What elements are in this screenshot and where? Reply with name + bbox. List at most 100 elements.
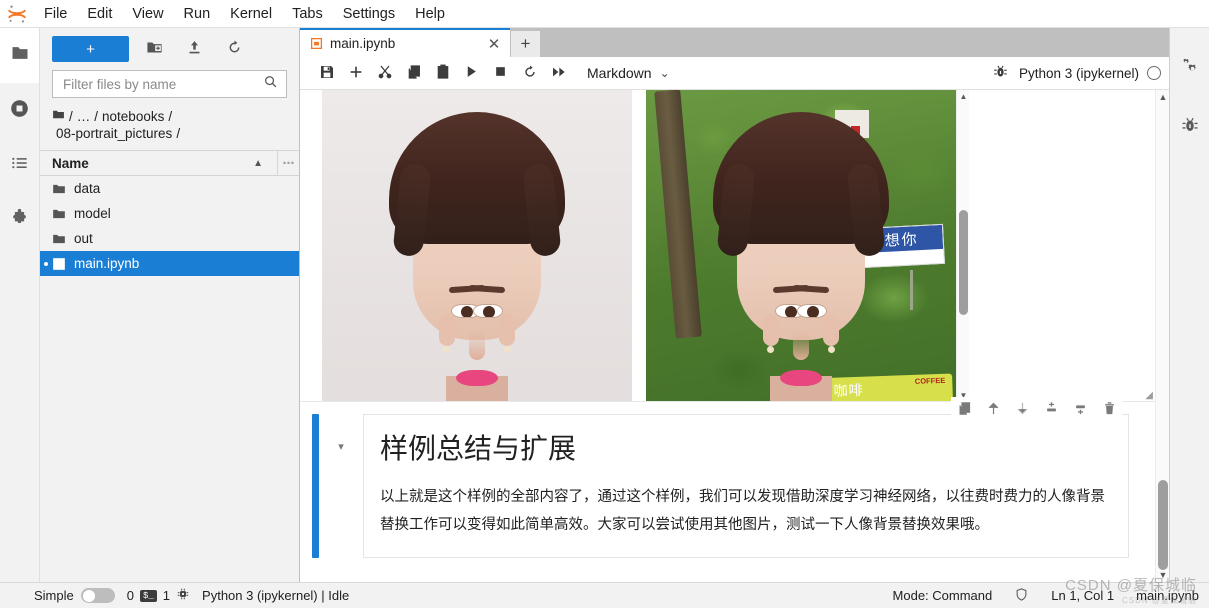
breadcrumb-sep-2: /	[168, 109, 173, 124]
sidebar-item-file-browser[interactable]	[0, 28, 39, 83]
sidebar-item-table-of-contents[interactable]	[0, 138, 39, 193]
sidebar-item-running-terminals[interactable]	[0, 83, 39, 138]
new-folder-icon	[146, 39, 163, 59]
active-cell-indicator	[312, 414, 319, 558]
run-cell-button[interactable]	[457, 60, 486, 86]
plus-icon	[348, 64, 364, 83]
cell-type-dropdown[interactable]: Markdown ⌄	[587, 65, 670, 81]
cell-toolbar	[951, 397, 1122, 419]
breadcrumb-sep-1: /	[94, 109, 99, 124]
notebook-content: 想你 COFFEE 卖咖啡 我系认真嘅	[300, 90, 1155, 582]
cell-output-images: 想你 COFFEE 卖咖啡 我系认真嘅	[300, 90, 1155, 402]
kernel-idle-circle-icon	[1147, 66, 1161, 80]
status-bar: Simple 0 $_ 1 Python 3 (ipykernel) | Idl…	[0, 577, 1209, 608]
sort-ascending-icon[interactable]: ▲	[253, 158, 263, 169]
kernel-status-label[interactable]: Python 3 (ipykernel) | Idle	[202, 588, 349, 603]
puzzle-icon	[9, 208, 30, 234]
chevron-down-icon[interactable]: ▾	[338, 440, 344, 558]
chevron-down-icon: ⌄	[659, 66, 670, 80]
cell-collapse-area: ▾	[319, 414, 363, 558]
breadcrumb: / … / notebooks / 08-portrait_pictures /	[40, 104, 299, 150]
breadcrumb-sep-3: /	[176, 126, 181, 141]
move-cell-up-button[interactable]	[984, 399, 1002, 417]
list-item-main-ipynb[interactable]: main.ipynb	[40, 251, 299, 276]
file-list-header: Name ▲ ⋯	[40, 150, 299, 176]
list-item[interactable]: out	[40, 226, 299, 251]
insert-cell-above-button[interactable]	[1042, 399, 1060, 417]
menu-run[interactable]: Run	[175, 3, 220, 25]
portrait-figure	[687, 98, 915, 401]
duplicate-cell-button[interactable]	[955, 399, 973, 417]
breadcrumb-current-folder[interactable]: 08-portrait_pictures	[56, 125, 172, 142]
copy-cell-button[interactable]	[399, 60, 428, 86]
refresh-file-list-button[interactable]	[219, 36, 249, 62]
sidebar-item-debugger[interactable]	[1170, 98, 1209, 156]
tab-title: main.ipynb	[330, 36, 396, 51]
markdown-rendered-body[interactable]: 样例总结与扩展 以上就是这个样例的全部内容了，通过这个样例，我们可以发现借助深度…	[363, 397, 1129, 558]
scroll-down-arrow-icon[interactable]: ▼	[1156, 568, 1170, 582]
cell-markdown[interactable]: ▾ 样例总结与扩展 以上就是这个样例的全部内容了，通过这个样例，我们可以发现借助…	[300, 397, 1155, 558]
save-icon	[319, 64, 335, 83]
bug-icon	[993, 64, 1008, 82]
notebook-scrollbar[interactable]: ▲ ▼	[1155, 90, 1169, 582]
file-browser-panel: + Filter files by name / … / notebooks /…	[40, 28, 300, 582]
notebook-mode-label: Mode: Command	[892, 588, 993, 603]
breadcrumb-ellipsis[interactable]: …	[77, 108, 91, 125]
interrupt-kernel-button[interactable]	[486, 60, 515, 86]
list-item[interactable]: model	[40, 201, 299, 226]
delete-cell-button[interactable]	[1100, 399, 1118, 417]
search-input[interactable]	[63, 76, 263, 92]
column-header-name[interactable]: Name	[52, 156, 253, 171]
insert-cell-below-button[interactable]	[1071, 399, 1089, 417]
scroll-up-arrow-icon[interactable]: ▲	[1156, 90, 1170, 104]
menu-view[interactable]: View	[123, 3, 172, 25]
shield-icon[interactable]	[1014, 587, 1029, 605]
scroll-up-arrow-icon[interactable]: ▲	[957, 90, 970, 103]
restart-run-all-button[interactable]	[544, 60, 573, 86]
new-tab-button[interactable]: +	[511, 31, 540, 57]
save-button[interactable]	[312, 60, 341, 86]
output-scrollbar[interactable]: ▲ ▼	[956, 90, 970, 401]
notebook-icon	[310, 37, 323, 50]
file-name: data	[74, 181, 101, 196]
menu-edit[interactable]: Edit	[78, 3, 121, 25]
output-resize-handle[interactable]: ◢	[1145, 390, 1153, 401]
debugger-toggle-button[interactable]	[986, 60, 1015, 86]
new-launcher-button[interactable]: +	[52, 36, 129, 62]
breadcrumb-notebooks[interactable]: notebooks	[102, 108, 164, 125]
sidebar-item-property-inspector[interactable]	[1170, 40, 1209, 98]
tab-main-ipynb[interactable]: main.ipynb ✕	[300, 28, 510, 57]
cursor-position-label: Ln 1, Col 1	[1051, 588, 1115, 603]
list-item[interactable]: data	[40, 176, 299, 201]
close-icon[interactable]: ✕	[484, 35, 504, 53]
menu-help[interactable]: Help	[406, 3, 454, 25]
move-cell-down-button[interactable]	[1013, 399, 1031, 417]
paste-cell-button[interactable]	[428, 60, 457, 86]
stop-circle-icon	[9, 98, 30, 124]
portrait-figure	[363, 98, 591, 401]
file-name: out	[74, 231, 93, 246]
output-scrollbar-thumb[interactable]	[959, 210, 968, 315]
notebook-scrollbar-thumb[interactable]	[1158, 480, 1168, 570]
insert-cell-button[interactable]	[341, 60, 370, 86]
sidebar-item-extension-manager[interactable]	[0, 193, 39, 248]
restart-kernel-button[interactable]	[515, 60, 544, 86]
search-icon	[263, 74, 278, 94]
menu-tabs[interactable]: Tabs	[283, 3, 332, 25]
simple-mode-toggle[interactable]	[80, 588, 115, 603]
menu-file[interactable]: File	[35, 3, 76, 25]
bug-icon	[1181, 116, 1199, 139]
stop-icon	[494, 65, 507, 81]
column-overflow-icon[interactable]: ⋯	[277, 150, 299, 176]
simple-mode-group: Simple	[34, 588, 115, 603]
output-area: 想你 COFFEE 卖咖啡 我系认真嘅	[300, 90, 1155, 402]
menu-settings[interactable]: Settings	[334, 3, 404, 25]
kernel-name-label[interactable]: Python 3 (ipykernel)	[1019, 66, 1139, 81]
upload-files-button[interactable]	[179, 36, 209, 62]
menu-kernel[interactable]: Kernel	[221, 3, 281, 25]
file-filter-box[interactable]	[52, 70, 287, 98]
new-folder-button[interactable]	[139, 36, 169, 62]
terminal-count-group[interactable]: 0 $_ 1	[127, 587, 190, 604]
breadcrumb-root-folder-icon[interactable]	[52, 108, 65, 125]
cut-cell-button[interactable]	[370, 60, 399, 86]
